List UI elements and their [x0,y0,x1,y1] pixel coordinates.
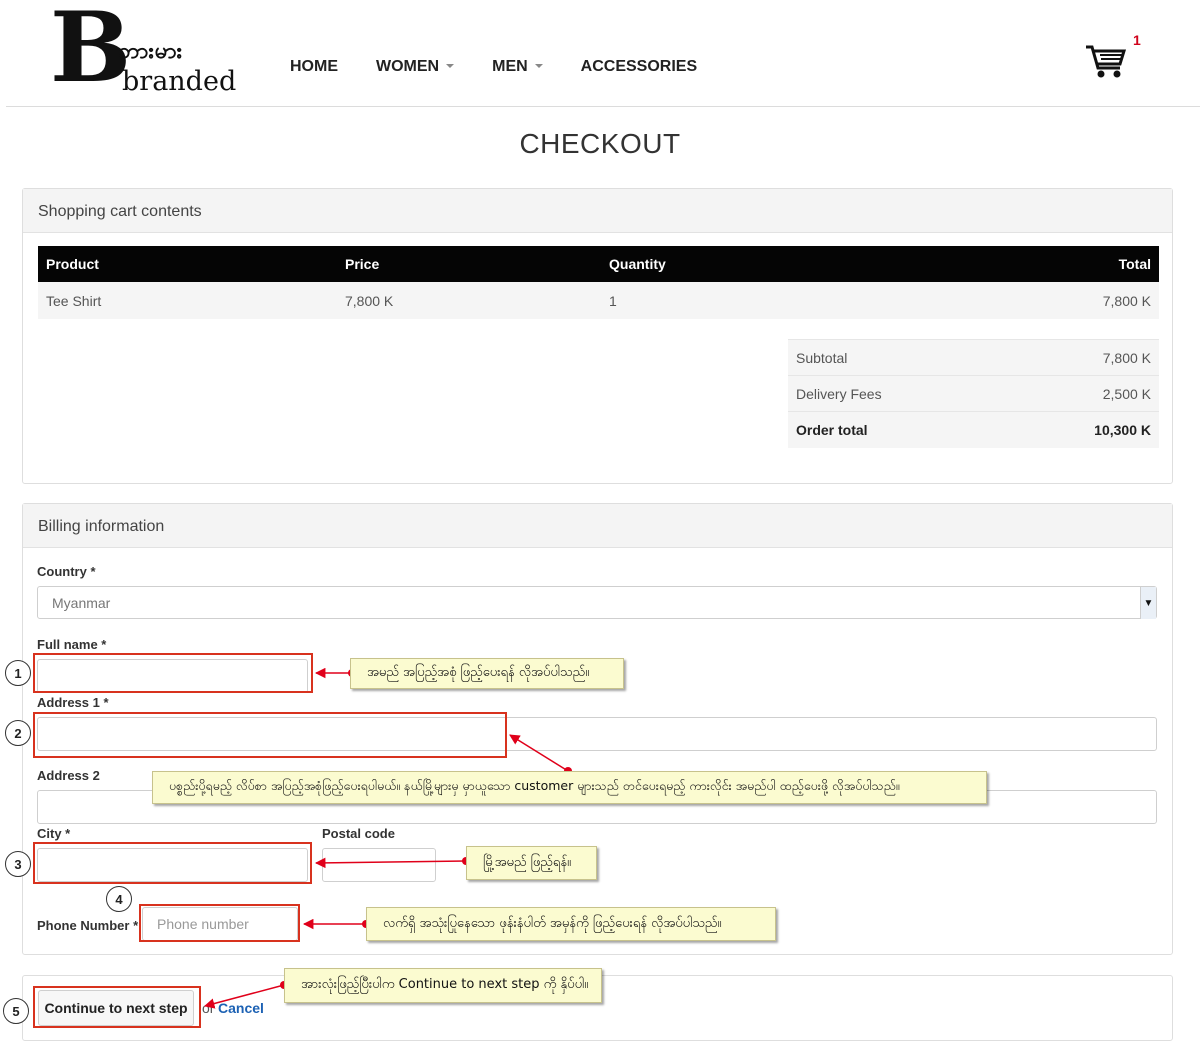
highlight-city [33,842,312,884]
note-phone: လက်ရှိ အသုံးပြုနေသော ဖုန်းနံပါတ် အမှန်ကိ… [366,907,776,941]
nav-men[interactable]: MEN [492,58,543,76]
highlight-phone [139,904,300,942]
row-price: 7,800 K [337,282,601,319]
subtotal-value: 7,800 K [1004,339,1159,376]
delivery-value: 2,500 K [1004,375,1159,412]
subtotal-row: Subtotal 7,800 K [788,339,1159,376]
cart-table: Product Price Quantity Total Tee Shirt 7… [38,246,1159,319]
delivery-row: Delivery Fees 2,500 K [788,375,1159,412]
step-number-2: 2 [5,720,31,746]
address2-label: Address 2 [37,768,100,783]
cart-count-badge: 1 [1133,32,1141,48]
page-title: CHECKOUT [519,128,681,159]
column-total: Total [901,246,1159,282]
delivery-label: Delivery Fees [788,375,1005,412]
note-address: ပစ္စည်းပို့ရမည့် လိပ်စာ အပြည့်အစုံဖြည့်ပ… [152,771,987,804]
step-number-4: 4 [106,886,132,912]
row-quantity: 1 [601,282,901,319]
order-total-value: 10,300 K [1004,411,1159,448]
chevron-down-icon [446,64,455,68]
order-total-row: Order total 10,300 K [788,411,1159,448]
main-nav: HOME WOMEN MEN ACCESSORIES [290,58,735,76]
country-value: Myanmar [52,594,111,611]
note-city: မြို့အမည် ဖြည့်ရန်။ [466,846,597,880]
nav-accessories[interactable]: ACCESSORIES [581,58,697,76]
postal-code-label: Postal code [322,826,395,841]
site-header: B ဘားမား branded HOME WOMEN MEN ACCESSOR… [0,0,1200,108]
logo-myanmar-text: ဘားမား [118,39,184,64]
column-price: Price [337,246,601,282]
cart-panel-heading: Shopping cart contents [23,189,1172,233]
order-totals: Subtotal 7,800 K Delivery Fees 2,500 K O… [788,339,1159,448]
chevron-down-icon [534,64,543,68]
country-label: Country * [37,564,96,579]
chevron-down-icon[interactable]: ▼ [1140,587,1156,619]
or-text: or [202,1000,215,1016]
fullname-label: Full name * [37,637,107,652]
billing-panel-heading: Billing information [23,504,1172,548]
nav-women[interactable]: WOMEN [376,58,455,76]
step-number-1: 1 [5,660,31,686]
step-number-3: 3 [5,851,31,877]
step-number-5: 5 [3,998,29,1024]
address1-label: Address 1 * [37,695,109,710]
row-total: 7,800 K [901,282,1159,319]
cart-panel: Shopping cart contents Product Price Qua… [22,188,1173,484]
logo-english-text: branded [122,66,237,97]
note-fullname: အမည် အပြည့်အစုံ ဖြည့်ပေးရန် လိုအပ်ပါသည်။ [350,658,624,689]
highlight-fullname [33,653,313,693]
nav-home[interactable]: HOME [290,58,338,76]
shopping-cart-icon[interactable] [1084,38,1128,82]
city-label: City * [37,826,71,841]
subtotal-label: Subtotal [788,339,1005,376]
note-continue: အားလုံးဖြည့်ပြီးပါက Continue to next ste… [284,968,602,1003]
highlight-continue [33,986,201,1028]
phone-label: Phone Number * [37,918,139,933]
cancel-link[interactable]: Cancel [218,1000,264,1016]
highlight-address1 [33,712,507,758]
column-quantity: Quantity [601,246,901,282]
order-total-label: Order total [788,411,1005,448]
row-product: Tee Shirt [38,282,337,319]
cart-table-header: Product Price Quantity Total [38,246,1159,282]
brand-logo[interactable]: B ဘားမား branded [50,0,240,100]
header-divider [6,106,1200,107]
country-select[interactable]: Myanmar ▼ [37,586,1157,619]
postal-code-input[interactable] [322,848,436,882]
column-product: Product [38,246,337,282]
table-row: Tee Shirt 7,800 K 1 7,800 K [38,282,1159,319]
